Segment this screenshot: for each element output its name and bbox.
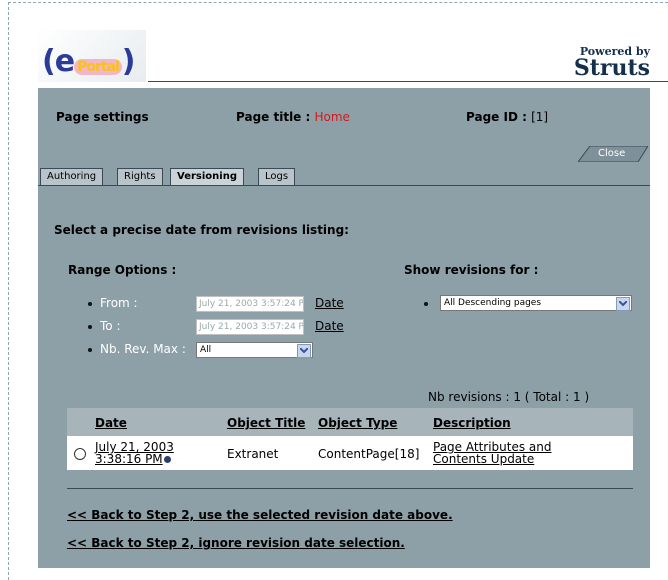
show-revisions-select[interactable]: All Descending pages — [440, 295, 632, 311]
tab-rights[interactable]: Rights — [117, 168, 163, 185]
bullet — [88, 325, 92, 329]
table-row: July 21, 2003 3:38:16 PM Extranet Conten… — [67, 436, 633, 470]
page-title-value: Home — [314, 110, 350, 124]
chevron-down-icon[interactable] — [297, 344, 311, 358]
revision-description-link[interactable]: Page Attributes and Contents Update — [433, 441, 552, 465]
from-date-link[interactable]: Date — [315, 296, 344, 310]
to-date-link[interactable]: Date — [315, 319, 344, 333]
from-label: From : — [100, 296, 138, 310]
struts-label: Struts — [573, 55, 650, 81]
tab-bar-line — [38, 185, 650, 186]
frame-dashed-left — [8, 2, 9, 580]
revision-object-type: ContentPage[18] — [318, 447, 420, 461]
revision-date-line2: 3:38:16 PM — [95, 453, 174, 465]
revision-date-link[interactable]: July 21, 2003 3:38:16 PM — [95, 441, 174, 465]
page-title-label: Page title : — [236, 110, 311, 124]
tab-bar: Authoring Rights Versioning Logs — [38, 168, 650, 186]
preview-icon[interactable] — [163, 456, 171, 463]
bullet — [424, 302, 428, 306]
revision-object-title: Extranet — [227, 447, 279, 461]
back-ignore-date-link[interactable]: << Back to Step 2, ignore revision date … — [67, 536, 405, 550]
show-revisions-title: Show revisions for : — [404, 263, 539, 277]
page-id-label: Page ID : — [466, 110, 527, 124]
page-title-field: Page title : Home — [236, 110, 350, 124]
nb-revisions-count: Nb revisions : 1 ( Total : 1 ) — [428, 390, 590, 404]
nb-rev-max-label: Nb. Rev. Max : — [100, 342, 186, 356]
close-button-label: Close — [598, 148, 626, 159]
close-button[interactable]: Close — [578, 146, 648, 162]
page-id-field: Page ID : [1] — [466, 110, 548, 124]
bullet — [88, 348, 92, 352]
frame-dashed-top — [8, 2, 668, 3]
section-title: Select a precise date from revisions lis… — [54, 223, 349, 237]
nb-rev-max-value: All — [200, 345, 212, 355]
tab-authoring[interactable]: Authoring — [40, 168, 104, 185]
page-id-value: [1] — [531, 110, 549, 124]
to-date-input[interactable]: July 21, 2003 3:57:24 PM — [196, 319, 304, 335]
nb-rev-max-select[interactable]: All — [196, 342, 313, 358]
versioning-panel: Page settings Page title : Home Page ID … — [38, 88, 650, 568]
from-date-input[interactable]: July 21, 2003 3:57:24 PM — [196, 296, 304, 312]
revision-description-line2: Contents Update — [433, 452, 535, 466]
header: (e Portal) Powered by Struts — [38, 30, 668, 88]
bullet — [88, 302, 92, 306]
header-object-title[interactable]: Object Title — [227, 416, 305, 430]
powered-by-struts: Powered by Struts — [574, 46, 650, 79]
revisions-table-header: Date Object Title Object Type Descriptio… — [67, 408, 633, 436]
show-revisions-value: All Descending pages — [444, 298, 542, 308]
back-use-date-link[interactable]: << Back to Step 2, use the selected revi… — [67, 508, 453, 522]
header-object-type[interactable]: Object Type — [318, 416, 397, 430]
eportal-logo[interactable]: (e Portal) — [38, 30, 146, 82]
tab-versioning[interactable]: Versioning — [170, 168, 244, 185]
page-settings-title: Page settings — [56, 110, 149, 124]
header-description[interactable]: Description — [433, 416, 511, 430]
revision-radio[interactable] — [74, 448, 86, 460]
header-divider — [148, 81, 668, 82]
tab-logs[interactable]: Logs — [258, 168, 296, 185]
to-label: To : — [100, 319, 121, 333]
header-date[interactable]: Date — [95, 416, 127, 430]
section-divider — [67, 488, 633, 489]
chevron-down-icon[interactable] — [616, 297, 630, 311]
eportal-logo-text: (e Portal) — [42, 44, 135, 79]
range-options-title: Range Options : — [68, 263, 177, 277]
